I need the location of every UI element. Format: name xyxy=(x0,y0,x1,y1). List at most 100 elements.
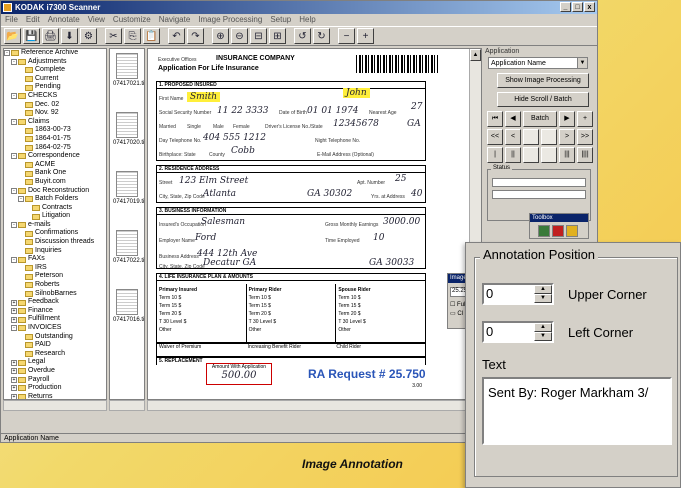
tree-item[interactable]: + Overdue xyxy=(4,367,106,376)
tree-item[interactable]: - Correspondence xyxy=(4,152,106,161)
collapse-icon[interactable]: - xyxy=(11,222,17,229)
annotate-yellow-icon[interactable] xyxy=(566,225,578,237)
annotation-text-input[interactable]: Sent By: Roger Markham 3/ xyxy=(482,377,672,445)
scan-icon[interactable]: ⬇ xyxy=(61,28,78,44)
tree-item[interactable]: PAID xyxy=(4,341,106,350)
amount-annotation-box[interactable]: Amount With Application 500.00 xyxy=(206,363,272,385)
minimize-button[interactable]: _ xyxy=(560,2,571,12)
scan-settings-icon[interactable]: ⚙ xyxy=(80,28,97,44)
menu-annotate[interactable]: Annotate xyxy=(48,14,80,26)
annotate-green-icon[interactable] xyxy=(538,225,550,237)
tree-item[interactable]: + Returns xyxy=(4,393,106,399)
tree-item[interactable]: IRS xyxy=(4,264,106,273)
tree-item[interactable]: + Fulfillment xyxy=(4,315,106,324)
fit-width-icon[interactable]: ⊟ xyxy=(250,28,267,44)
tree-item[interactable]: Pending xyxy=(4,83,106,92)
menu-setup[interactable]: Setup xyxy=(270,14,291,26)
left-increment-icon[interactable]: ▲ xyxy=(534,323,552,332)
nav-page-next-button[interactable]: > xyxy=(559,129,575,145)
nav-bar-3-button[interactable]: ||| xyxy=(559,147,575,163)
tree-item[interactable]: Litigation xyxy=(4,212,106,221)
expand-icon[interactable]: + xyxy=(11,368,17,375)
tree-item[interactable]: SilnobBarnes xyxy=(4,290,106,299)
folder-tree[interactable]: - Reference Archive - Adjustments Complete Cu… xyxy=(3,48,107,400)
tree-item[interactable]: - Reference Archive xyxy=(4,49,106,58)
show-image-processing-button[interactable]: Show Image Processing xyxy=(497,73,589,88)
tree-item[interactable]: - INVOICES xyxy=(4,324,106,333)
collapse-icon[interactable]: - xyxy=(11,325,17,332)
collapse-icon[interactable]: - xyxy=(4,50,10,57)
nav-bar-2-button[interactable]: || xyxy=(505,147,521,163)
tree-item[interactable]: 1863-00-73 xyxy=(4,126,106,135)
menu-navigate[interactable]: Navigate xyxy=(159,14,191,26)
tree-item[interactable]: Bank One xyxy=(4,169,106,178)
tree-item[interactable]: Complete xyxy=(4,66,106,75)
fit-page-icon[interactable]: ⊞ xyxy=(269,28,286,44)
tree-item[interactable]: + Payroll xyxy=(4,376,106,385)
nav-next-button[interactable]: ▶ xyxy=(559,111,575,127)
undo-icon[interactable]: ↶ xyxy=(168,28,185,44)
application-select[interactable]: Application Name ▼ xyxy=(488,57,588,69)
zoom-out-icon[interactable]: ⊖ xyxy=(231,28,248,44)
open-folder-icon[interactable]: 📂 xyxy=(4,28,21,44)
rotate-right-icon[interactable]: ↻ xyxy=(313,28,330,44)
paste-icon[interactable]: 📋 xyxy=(143,28,160,44)
upper-decrement-icon[interactable]: ▼ xyxy=(534,294,552,303)
plus-icon[interactable]: + xyxy=(357,28,374,44)
tree-item[interactable]: Inquiries xyxy=(4,247,106,256)
tree-item[interactable]: - Adjustments xyxy=(4,58,106,67)
tree-item[interactable]: Contracts xyxy=(4,204,106,213)
tree-item[interactable]: 1864-01-75 xyxy=(4,135,106,144)
menu-image-processing[interactable]: Image Processing xyxy=(198,14,262,26)
tree-item[interactable]: - Doc Reconstruction xyxy=(4,187,106,196)
nav-first-button[interactable]: ⏮ xyxy=(487,111,503,127)
collapse-icon[interactable]: - xyxy=(11,119,17,126)
thumbnail-item[interactable]: 07417016.tif xyxy=(113,289,144,344)
tree-item[interactable]: - FAXs xyxy=(4,255,106,264)
maximize-button[interactable]: □ xyxy=(572,2,583,12)
chevron-down-icon[interactable]: ▼ xyxy=(577,58,587,68)
document-horizontal-scrollbar[interactable] xyxy=(147,400,482,411)
menu-file[interactable]: File xyxy=(5,14,18,26)
expand-icon[interactable]: + xyxy=(11,385,17,392)
tree-item[interactable]: + Legal xyxy=(4,358,106,367)
thumbnail-item[interactable]: 07417022.tif xyxy=(113,230,144,285)
batch-button[interactable]: Batch xyxy=(523,111,557,127)
collapse-icon[interactable]: - xyxy=(11,187,17,194)
collapse-icon[interactable]: - xyxy=(11,93,17,100)
nav-page-last-button[interactable]: >> xyxy=(577,129,593,145)
tree-horizontal-scrollbar[interactable] xyxy=(3,400,107,411)
document-viewer[interactable]: Executive Offices INSURANCE COMPANY Appl… xyxy=(147,48,482,400)
nav-page-first-button[interactable]: << xyxy=(487,129,503,145)
menu-customize[interactable]: Customize xyxy=(113,14,151,26)
thumbnail-item[interactable]: 07417019.tif xyxy=(113,171,144,226)
expand-icon[interactable]: + xyxy=(11,308,17,315)
copy-icon[interactable]: ⎘ xyxy=(124,28,141,44)
upper-increment-icon[interactable]: ▲ xyxy=(534,285,552,294)
tree-item[interactable]: Research xyxy=(4,350,106,359)
menu-view[interactable]: View xyxy=(88,14,105,26)
print-icon[interactable]: 🖨 xyxy=(42,28,59,44)
redo-icon[interactable]: ↷ xyxy=(187,28,204,44)
collapse-icon[interactable]: - xyxy=(18,196,24,203)
left-corner-stepper[interactable]: 0 ▲ ▼ xyxy=(482,321,554,343)
thumbnail-strip[interactable]: 07417021.tif 07417020.tif 07417019.tif 0741… xyxy=(109,48,145,400)
annotate-red-icon[interactable] xyxy=(552,225,564,237)
tree-item[interactable]: Discussion threads xyxy=(4,238,106,247)
scroll-up-icon[interactable]: ▲ xyxy=(470,49,481,61)
nav-page-prev-button[interactable]: < xyxy=(505,129,521,145)
minus-icon[interactable]: − xyxy=(338,28,355,44)
collapse-icon[interactable]: - xyxy=(11,256,17,263)
tree-item[interactable]: + Feedback xyxy=(4,298,106,307)
tree-item[interactable]: Nov. 92 xyxy=(4,109,106,118)
collapse-icon[interactable]: - xyxy=(11,153,17,160)
nav-bar-4-button[interactable]: |||| xyxy=(577,147,593,163)
expand-icon[interactable]: + xyxy=(11,359,17,366)
ra-request-annotation[interactable]: RA Request # 25.750 xyxy=(308,367,426,381)
menu-edit[interactable]: Edit xyxy=(26,14,40,26)
tree-item[interactable]: Confirmations xyxy=(4,229,106,238)
upper-corner-stepper[interactable]: 0 ▲ ▼ xyxy=(482,283,554,305)
tree-item[interactable]: - Claims xyxy=(4,118,106,127)
expand-icon[interactable]: + xyxy=(11,316,17,323)
tree-item[interactable]: - Batch Folders xyxy=(4,195,106,204)
